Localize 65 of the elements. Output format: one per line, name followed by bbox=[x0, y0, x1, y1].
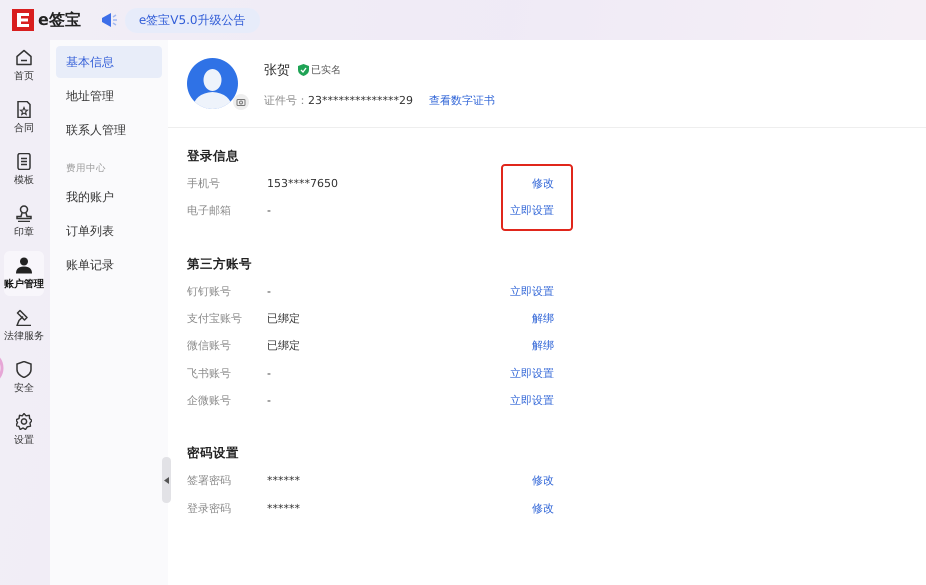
user-icon bbox=[16, 256, 32, 274]
field-label: 微信账号 bbox=[187, 338, 232, 354]
submenu-item[interactable]: 账单记录 bbox=[56, 249, 162, 281]
action-link[interactable]: 解绑 bbox=[532, 311, 554, 326]
nav-item[interactable]: 设置 bbox=[4, 407, 44, 452]
nav-item[interactable]: 印章 bbox=[4, 199, 44, 244]
logo-text: e签宝 bbox=[38, 10, 81, 30]
user-name: 张贺 bbox=[264, 62, 290, 79]
seal-icon bbox=[16, 204, 32, 222]
action-link[interactable]: 修改 bbox=[532, 473, 554, 488]
field-value: - bbox=[267, 366, 272, 380]
section-title: 登录信息 bbox=[187, 147, 240, 165]
field-value: - bbox=[267, 284, 272, 298]
camera-icon[interactable] bbox=[233, 94, 249, 110]
nav-item[interactable]: 模板 bbox=[4, 147, 44, 192]
menu-heading: 费用中心 bbox=[65, 162, 107, 176]
nav-item[interactable]: 账户管理 bbox=[4, 251, 44, 296]
field-value: - bbox=[267, 204, 272, 218]
action-link[interactable]: 立即设置 bbox=[510, 392, 554, 408]
field-label: 电子邮箱 bbox=[187, 203, 232, 218]
field-label: 支付宝账号 bbox=[187, 311, 243, 326]
announcement-link[interactable]: e签宝V5.0升级公告 bbox=[124, 8, 260, 32]
template-icon bbox=[16, 152, 32, 170]
field-label: 登录密码 bbox=[187, 500, 232, 516]
field-value: ****** bbox=[267, 474, 301, 488]
nav-item[interactable]: 合同 bbox=[4, 95, 44, 140]
field-label: 企微账号 bbox=[187, 392, 232, 408]
action-link[interactable]: 立即设置 bbox=[510, 203, 554, 218]
field-value: ****** bbox=[267, 502, 301, 515]
collapse-handle[interactable] bbox=[162, 457, 171, 503]
shield-icon bbox=[16, 360, 32, 378]
action-link[interactable]: 解绑 bbox=[532, 338, 554, 354]
action-link[interactable]: 立即设置 bbox=[510, 284, 554, 299]
action-link[interactable]: 修改 bbox=[532, 176, 554, 192]
nav-item[interactable]: 法律服务 bbox=[4, 303, 44, 348]
verified-label: 已实名 bbox=[311, 64, 341, 77]
gear-icon bbox=[16, 412, 32, 430]
field-label: 手机号 bbox=[187, 176, 221, 192]
section-title: 密码设置 bbox=[187, 444, 240, 462]
field-label: 飞书账号 bbox=[187, 366, 232, 381]
field-value: 已绑定 bbox=[267, 338, 301, 354]
submenu-item[interactable]: 订单列表 bbox=[56, 215, 162, 247]
nav-item[interactable]: 安全 bbox=[4, 355, 44, 400]
submenu-item[interactable]: 我的账户 bbox=[56, 181, 162, 213]
nav-item[interactable]: 首页 bbox=[4, 43, 44, 88]
home-icon bbox=[16, 48, 32, 66]
id-value: 23**************29 bbox=[308, 94, 413, 107]
field-label: 钉钉账号 bbox=[187, 284, 232, 299]
submenu-item[interactable]: 地址管理 bbox=[56, 80, 162, 112]
certificate-link[interactable]: 查看数字证书 bbox=[429, 93, 495, 108]
logo-icon bbox=[12, 9, 34, 31]
field-label: 签署密码 bbox=[187, 473, 232, 488]
field-value: - bbox=[267, 394, 272, 407]
submenu-item[interactable]: 基本信息 bbox=[56, 46, 162, 78]
field-value: 153****7650 bbox=[267, 177, 339, 190]
submenu-item[interactable]: 联系人管理 bbox=[56, 114, 162, 146]
verified-shield-icon bbox=[298, 64, 309, 76]
section-title: 第三方账号 bbox=[187, 254, 253, 273]
id-label: 证件号： bbox=[264, 93, 308, 108]
field-value: 已绑定 bbox=[267, 311, 301, 326]
action-link[interactable]: 立即设置 bbox=[510, 366, 554, 381]
contract-icon bbox=[16, 100, 32, 118]
gavel-icon bbox=[16, 308, 32, 326]
action-link[interactable]: 修改 bbox=[532, 500, 554, 516]
avatar bbox=[187, 58, 238, 109]
